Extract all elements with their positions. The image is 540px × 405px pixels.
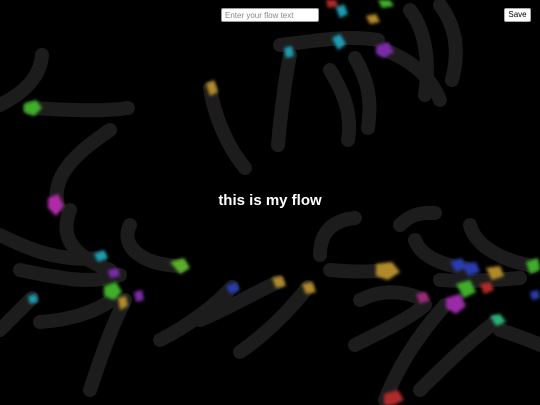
flow-trail <box>323 63 357 147</box>
flow-trail <box>493 323 540 352</box>
particle <box>326 0 338 8</box>
particle <box>378 0 394 8</box>
flow-trail <box>271 48 297 152</box>
flow-trail <box>353 285 427 307</box>
particle <box>530 290 540 300</box>
flow-trail <box>273 30 385 52</box>
flow-trail <box>203 81 252 175</box>
particle <box>366 14 380 24</box>
flow-trail <box>0 291 39 337</box>
flow-text-display: this is my flow <box>218 192 322 209</box>
flow-trail <box>463 218 540 273</box>
flow-trail <box>0 48 49 112</box>
flow-trail <box>433 271 527 288</box>
particle <box>134 290 144 302</box>
flow-trail <box>313 211 362 262</box>
flow-trail <box>433 0 463 87</box>
flow-trail <box>33 293 119 329</box>
flow-trail <box>393 205 442 232</box>
save-button[interactable]: Save <box>504 8 531 22</box>
particle <box>336 4 348 18</box>
flow-text-input[interactable] <box>221 8 319 22</box>
flow-trail <box>120 218 187 273</box>
flow-trail <box>23 101 135 118</box>
flow-trail <box>403 3 434 102</box>
flow-trail <box>348 51 377 135</box>
